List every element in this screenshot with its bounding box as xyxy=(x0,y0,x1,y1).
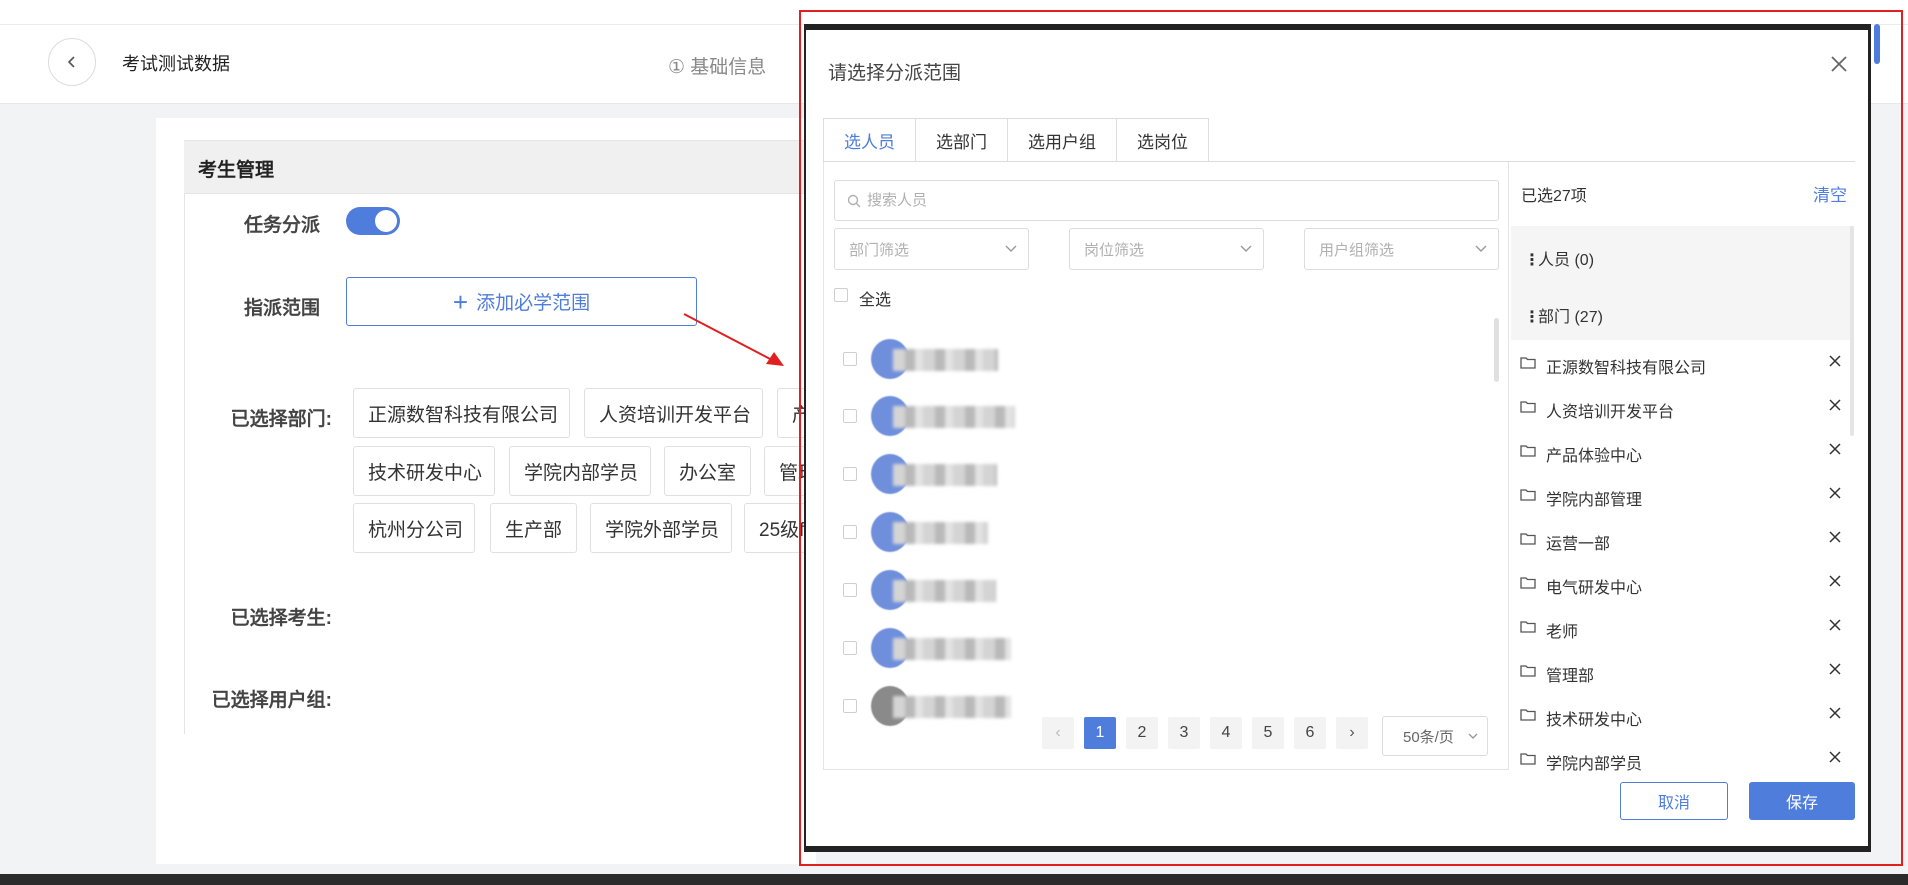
back-button[interactable] xyxy=(48,38,96,86)
section-border xyxy=(184,194,185,734)
dept-chip: 办公室 xyxy=(664,446,751,496)
selected-dept-label: 已选择部门: xyxy=(230,409,332,430)
dept-chip: 25级f xyxy=(744,503,807,553)
task-assign-toggle[interactable] xyxy=(346,207,400,235)
selected-group-label: 已选择用户组: xyxy=(211,690,332,711)
plus-icon: + xyxy=(452,286,469,317)
add-range-label: 添加必学范围 xyxy=(476,293,591,314)
section-header xyxy=(184,140,824,194)
dept-chip: 技术研发中心 xyxy=(353,446,495,496)
chevron-left-icon xyxy=(67,56,75,68)
page-title: 考试测试数据 xyxy=(122,54,230,74)
section-title: 考生管理 xyxy=(198,160,275,181)
screen-bottom-edge xyxy=(0,874,1908,885)
dept-chip: 学院内部学员 xyxy=(509,446,651,496)
dept-chip: 人资培训开发平台 xyxy=(584,388,763,438)
add-range-button[interactable]: + 添加必学范围 xyxy=(346,277,697,326)
dept-chip: 杭州分公司 xyxy=(353,503,475,553)
dept-chip: 正源数智科技有限公司 xyxy=(353,388,570,438)
annotation-highlight-frame xyxy=(799,10,1903,866)
task-assign-label: 任务分派 xyxy=(243,215,320,236)
selected-examinee-label: 已选择考生: xyxy=(230,608,332,629)
dept-chip: 学院外部学员 xyxy=(590,503,732,553)
step-basic-info[interactable]: ① 基础信息 xyxy=(668,52,766,79)
dept-chip: 生产部 xyxy=(490,503,577,553)
annotation-arrow-icon xyxy=(683,313,784,366)
assign-range-label: 指派范围 xyxy=(243,298,320,319)
